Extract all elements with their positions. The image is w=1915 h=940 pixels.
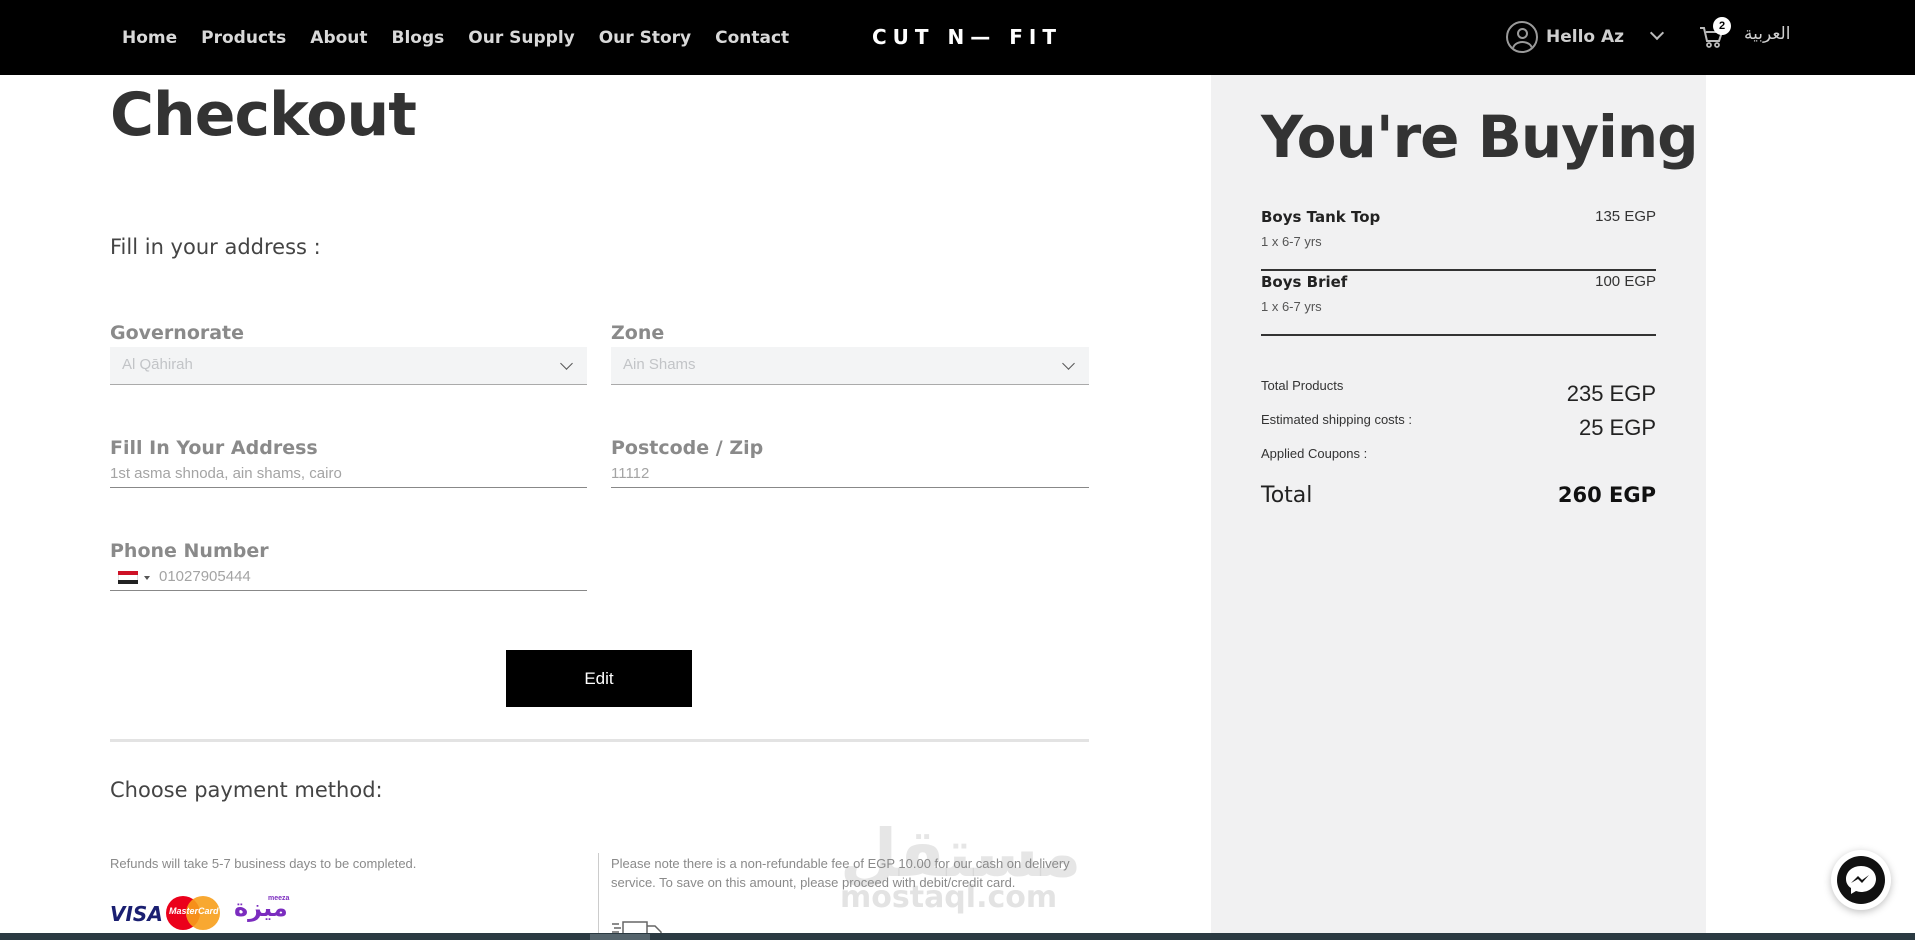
total-products-value: 235 EGP: [1566, 381, 1656, 406]
section-divider: [110, 739, 1089, 742]
shipping-label: Estimated shipping costs :: [1261, 412, 1413, 427]
nav-link-our-supply[interactable]: Our Supply: [468, 28, 574, 48]
cart-count-badge: 2: [1713, 17, 1731, 35]
top-navbar: Home Products About Blogs Our Supply Our…: [0, 0, 1915, 75]
shipping-value: 25 EGP: [1578, 415, 1656, 440]
nav-links: Home Products About Blogs Our Supply Our…: [122, 0, 789, 75]
item-price: 100 EGP: [1595, 273, 1656, 290]
nav-link-home[interactable]: Home: [122, 28, 177, 48]
cart-item: Boys Brief 100 EGP 1 x 6-7 yrs: [1261, 273, 1656, 336]
grand-total-label: Total: [1261, 483, 1313, 508]
refund-note: Refunds will take 5-7 business days to b…: [110, 856, 417, 871]
item-name: Boys Brief: [1261, 273, 1348, 291]
nav-link-blogs[interactable]: Blogs: [392, 28, 445, 48]
chevron-down-icon[interactable]: [1649, 25, 1665, 41]
cart-item: Boys Tank Top 135 EGP 1 x 6-7 yrs: [1261, 208, 1656, 271]
item-quantity: 1 x 6-7 yrs: [1261, 299, 1322, 314]
chevron-down-icon: [560, 357, 573, 370]
item-price: 135 EGP: [1595, 208, 1656, 225]
payment-heading: Choose payment method:: [110, 778, 383, 802]
item-quantity: 1 x 6-7 yrs: [1261, 234, 1322, 249]
phone-value: 01027905444: [159, 568, 251, 585]
caret-down-icon: [144, 576, 150, 580]
governorate-label: Governorate: [110, 322, 245, 344]
payment-option-divider: [598, 853, 599, 940]
zone-label: Zone: [611, 322, 665, 344]
user-icon: [1506, 21, 1538, 53]
item-name: Boys Tank Top: [1261, 208, 1381, 226]
chevron-down-icon: [1062, 357, 1075, 370]
language-switch[interactable]: العربية: [1744, 24, 1790, 44]
summary-title: You're Buying: [1261, 103, 1699, 171]
user-menu[interactable]: Hello Az: [1506, 18, 1624, 56]
postcode-input[interactable]: 11112: [611, 460, 1089, 488]
coupons-label: Applied Coupons :: [1261, 446, 1368, 461]
user-greeting: Hello Az: [1546, 27, 1625, 47]
order-summary-panel: You're Buying Boys Tank Top 135 EGP 1 x …: [1211, 75, 1706, 940]
zone-select[interactable]: Ain Shams: [611, 347, 1089, 385]
address-label: Fill In Your Address: [110, 437, 318, 459]
mastercard-logo: MasterCard: [166, 896, 220, 930]
mastercard-text: MasterCard: [169, 906, 219, 916]
messenger-icon: [1837, 856, 1885, 904]
cod-note: Please note there is a non-refundable fe…: [611, 856, 1070, 890]
scrollbar-thumb[interactable]: [590, 934, 650, 940]
grand-total-value: 260 EGP: [1557, 483, 1656, 507]
visa-logo: VISA: [110, 902, 163, 926]
bottom-scrollbar[interactable]: [0, 933, 1915, 940]
nav-link-our-story[interactable]: Our Story: [599, 28, 691, 48]
egypt-flag-icon[interactable]: [118, 571, 138, 584]
phone-input[interactable]: 01027905444: [110, 563, 587, 591]
address-input[interactable]: 1st asma shnoda, ain shams, cairo: [110, 460, 587, 488]
governorate-value: Al Qāhirah: [122, 356, 193, 373]
nav-link-about[interactable]: About: [310, 28, 367, 48]
nav-link-contact[interactable]: Contact: [715, 28, 789, 48]
messenger-chat-button[interactable]: [1831, 850, 1891, 910]
address-value: 1st asma shnoda, ain shams, cairo: [110, 465, 342, 482]
phone-label: Phone Number: [110, 540, 269, 562]
total-products-label: Total Products: [1261, 378, 1344, 393]
governorate-select[interactable]: Al Qāhirah: [110, 347, 587, 385]
postcode-label: Postcode / Zip: [611, 437, 764, 459]
nav-link-products[interactable]: Products: [201, 28, 286, 48]
brand-logo[interactable]: CUT N— FIT: [872, 25, 1062, 49]
postcode-value: 11112: [611, 465, 650, 482]
zone-value: Ain Shams: [623, 356, 696, 373]
page-title: Checkout: [110, 80, 417, 150]
edit-button[interactable]: Edit: [506, 650, 692, 707]
meeza-sub-logo: meeza: [268, 895, 290, 902]
address-heading: Fill in your address :: [110, 235, 321, 259]
